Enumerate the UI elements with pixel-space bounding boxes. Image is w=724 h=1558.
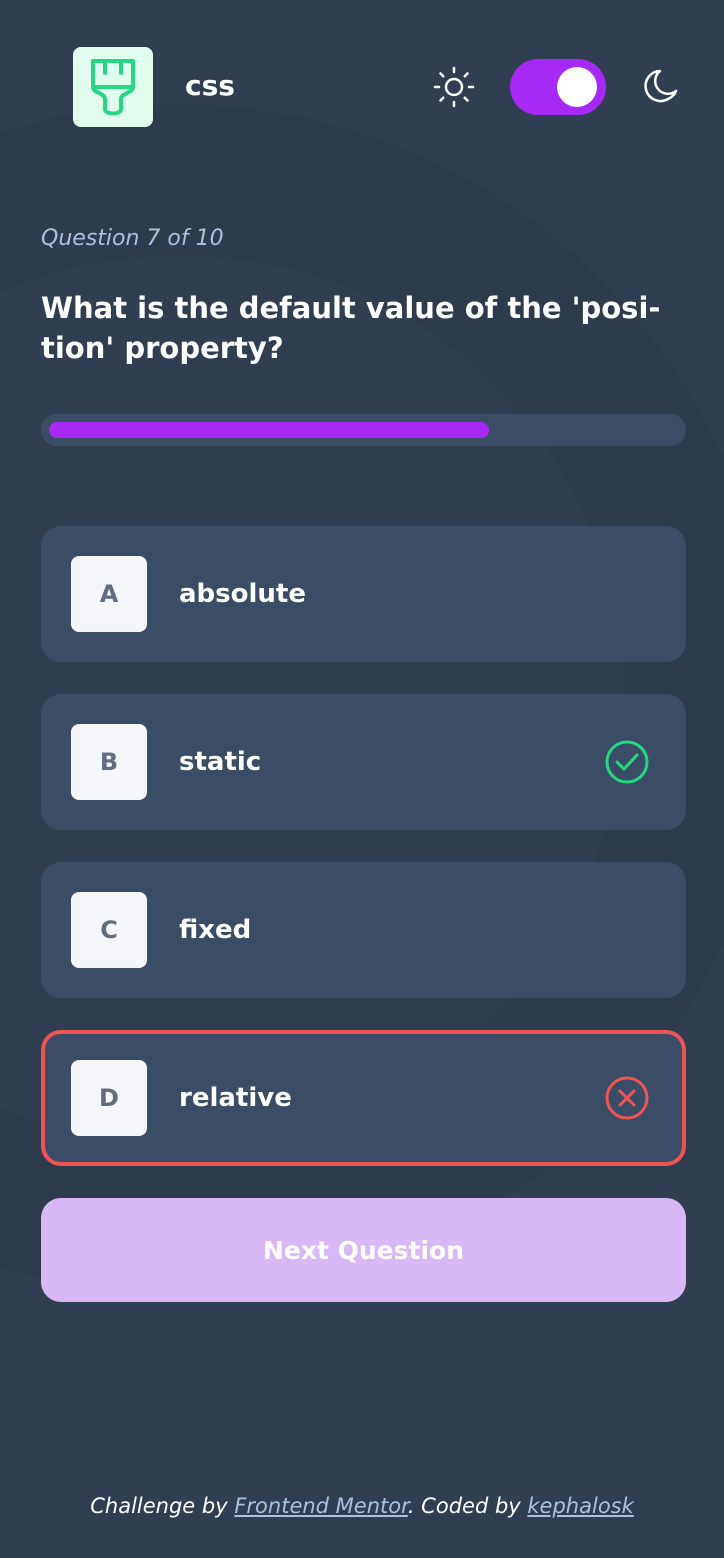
option-label: relative bbox=[179, 1083, 292, 1113]
option-label: fixed bbox=[179, 915, 252, 945]
option-letter: D bbox=[71, 1060, 147, 1136]
option-a[interactable]: A absolute bbox=[41, 526, 686, 662]
next-question-button[interactable]: Next Question bbox=[41, 1198, 686, 1302]
option-letter: C bbox=[71, 892, 147, 968]
sun-icon bbox=[433, 66, 475, 108]
option-letter: A bbox=[71, 556, 147, 632]
theme-toggle[interactable] bbox=[510, 59, 606, 115]
progress-fill bbox=[49, 422, 490, 438]
option-label: static bbox=[179, 747, 262, 777]
paintbrush-icon bbox=[73, 47, 153, 127]
option-label: absolute bbox=[179, 579, 306, 609]
question-counter: Question 7 of 10 bbox=[41, 226, 224, 251]
attribution-middle: . Coded by bbox=[407, 1494, 528, 1518]
option-b[interactable]: B static bbox=[41, 694, 686, 830]
option-d[interactable]: D relative bbox=[41, 1030, 686, 1166]
author-link[interactable]: kephalosk bbox=[527, 1494, 633, 1518]
attribution: Challenge by Frontend Mentor. Coded by k… bbox=[0, 1494, 724, 1518]
question-text: What is the default value of the 'posi-t… bbox=[41, 291, 661, 365]
toggle-knob bbox=[557, 67, 597, 107]
moon-icon bbox=[644, 69, 678, 103]
frontend-mentor-link[interactable]: Frontend Mentor bbox=[234, 1494, 407, 1518]
header: css bbox=[0, 0, 724, 175]
x-circle-icon bbox=[605, 1076, 649, 1120]
progress-bar bbox=[41, 414, 686, 446]
option-c[interactable]: C fixed bbox=[41, 862, 686, 998]
attribution-prefix: Challenge by bbox=[90, 1494, 235, 1518]
option-letter: B bbox=[71, 724, 147, 800]
subject-title: css bbox=[185, 69, 235, 102]
check-circle-icon bbox=[605, 740, 649, 784]
